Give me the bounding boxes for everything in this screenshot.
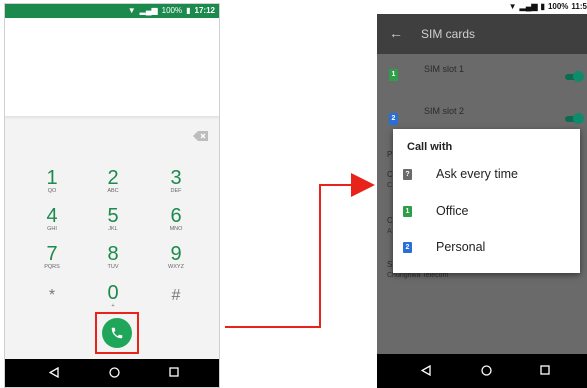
- key-letters: QO: [47, 188, 57, 194]
- home-icon[interactable]: [481, 365, 492, 376]
- backspace-icon[interactable]: [193, 130, 209, 142]
- key-letters: JKL: [108, 226, 118, 232]
- key-1[interactable]: 1 QO: [32, 168, 72, 195]
- sim-slot-label: SIM slot 1: [424, 64, 465, 74]
- number-display[interactable]: [5, 18, 219, 116]
- sim-card-icon: 2: [403, 242, 412, 253]
- key-digit: 3: [170, 167, 182, 189]
- key-8[interactable]: 8 TUV: [93, 244, 133, 271]
- connector-line: [319, 184, 353, 186]
- call-with-dialog: Call with ? Ask every time 1 Office 2 Pe…: [393, 129, 580, 273]
- key-letters: +: [111, 303, 115, 309]
- dialer-screen: ▼ ▂▄▆ 100% ▮ 17:12 1 QO 2 ABC 3 DEF 4 GH…: [4, 3, 220, 388]
- sim-card-icon: 1: [403, 206, 412, 217]
- hidden-row-letter: C: [387, 170, 393, 179]
- key-digit: 1: [46, 167, 58, 189]
- key-letters: WXYZ: [168, 264, 184, 270]
- nav-bar: [5, 359, 219, 387]
- key-digit: 0: [107, 282, 119, 304]
- connector-line: [319, 184, 321, 328]
- key-digit: 2: [107, 167, 119, 189]
- key-5[interactable]: 5 JKL: [93, 206, 133, 233]
- key-digit: 7: [46, 243, 58, 265]
- option-personal[interactable]: 2 Personal: [393, 233, 580, 263]
- dial-keypad: 1 QO 2 ABC 3 DEF 4 GHI 5 JKL 6 MNO 7 PQR…: [5, 120, 219, 363]
- key-0[interactable]: 0 +: [93, 283, 133, 310]
- sim-slot-toggle[interactable]: [565, 71, 584, 82]
- question-icon: ?: [403, 169, 412, 180]
- back-icon[interactable]: [421, 365, 431, 376]
- signal-icon: ▂▄▆: [139, 6, 158, 15]
- nav-bar: [377, 354, 587, 388]
- phone-icon: [111, 327, 123, 339]
- wifi-icon: ▼: [127, 6, 136, 15]
- app-bar: ← SIM cards: [377, 14, 587, 54]
- battery-percent: 100%: [547, 2, 569, 11]
- key-digit: 4: [46, 205, 58, 227]
- hidden-row-letter: C: [387, 216, 393, 225]
- back-icon[interactable]: [49, 367, 59, 378]
- clock: 17:12: [194, 6, 215, 15]
- hidden-row-sub: C: [387, 182, 393, 189]
- hidden-row-letter: P: [387, 150, 393, 159]
- signal-icon: ▂▄▆: [519, 2, 538, 11]
- page-title: SIM cards: [421, 27, 476, 41]
- hidden-row-letter: S: [387, 260, 393, 269]
- key-6[interactable]: 6 MNO: [156, 206, 196, 233]
- clock: 11:5: [571, 2, 587, 11]
- key-digit: *: [48, 287, 56, 304]
- option-label: Ask every time: [436, 167, 518, 181]
- key-letters: PQRS: [44, 264, 60, 270]
- key-9[interactable]: 9 WXYZ: [156, 244, 196, 271]
- key-digit: #: [171, 287, 181, 304]
- back-arrow-icon[interactable]: ←: [389, 25, 403, 41]
- option-ask-every-time[interactable]: ? Ask every time: [393, 160, 580, 190]
- key-letters: TUV: [107, 264, 119, 270]
- battery-icon: ▮: [186, 6, 191, 15]
- key-digit: 6: [170, 205, 182, 227]
- key-letters: GHI: [47, 226, 57, 232]
- key-digit: 8: [107, 243, 119, 265]
- sim-slot-toggle[interactable]: [565, 113, 584, 124]
- call-button-highlight: [95, 312, 139, 354]
- call-button[interactable]: [102, 318, 132, 348]
- key-4[interactable]: 4 GHI: [32, 206, 72, 233]
- recents-icon[interactable]: [169, 367, 179, 377]
- option-label: Personal: [436, 240, 486, 254]
- hidden-row-sub: A: [387, 228, 392, 235]
- key-7[interactable]: 7 PQRS: [32, 244, 72, 271]
- key-digit: 9: [170, 243, 182, 265]
- recents-icon[interactable]: [540, 365, 550, 375]
- key-star[interactable]: *: [32, 286, 72, 306]
- key-letters: ABC: [107, 188, 119, 194]
- key-digit: 5: [107, 205, 119, 227]
- option-office[interactable]: 1 Office: [393, 197, 580, 227]
- sim-card-icon: 1: [389, 69, 398, 81]
- battery-percent: 100%: [161, 6, 183, 15]
- status-bar: ▼ ▂▄▆ ▮ 100% 11:5: [377, 0, 587, 14]
- option-label: Office: [436, 204, 469, 218]
- status-bar: ▼ ▂▄▆ 100% ▮ 17:12: [5, 4, 219, 18]
- key-letters: DEF: [170, 188, 182, 194]
- dialog-title: Call with: [407, 141, 453, 153]
- sim-slot-row[interactable]: 1 SIM slot 1: [377, 62, 587, 92]
- hidden-row-sub: Chunghwa Telecom: [387, 272, 449, 279]
- sim-card-icon: 2: [389, 113, 398, 125]
- sim-slot-label: SIM slot 2: [424, 106, 465, 116]
- home-icon[interactable]: [109, 367, 120, 378]
- key-2[interactable]: 2 ABC: [93, 168, 133, 195]
- battery-icon: ▮: [540, 2, 545, 11]
- key-hash[interactable]: #: [156, 286, 196, 306]
- key-letters: MNO: [169, 226, 183, 232]
- connector-line: [225, 326, 321, 328]
- wifi-icon: ▼: [508, 2, 517, 11]
- arrow-head: [351, 173, 375, 197]
- key-3[interactable]: 3 DEF: [156, 168, 196, 195]
